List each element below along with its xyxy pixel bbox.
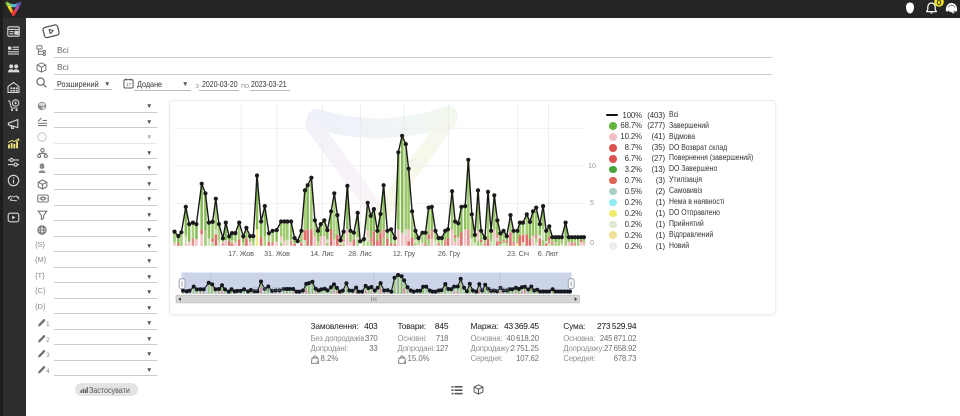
svg-text:12. Лис 2022: 12. Лис 2022 (252, 287, 284, 293)
svg-text:21. Січ 2023: 21. Січ 2023 (478, 287, 509, 293)
